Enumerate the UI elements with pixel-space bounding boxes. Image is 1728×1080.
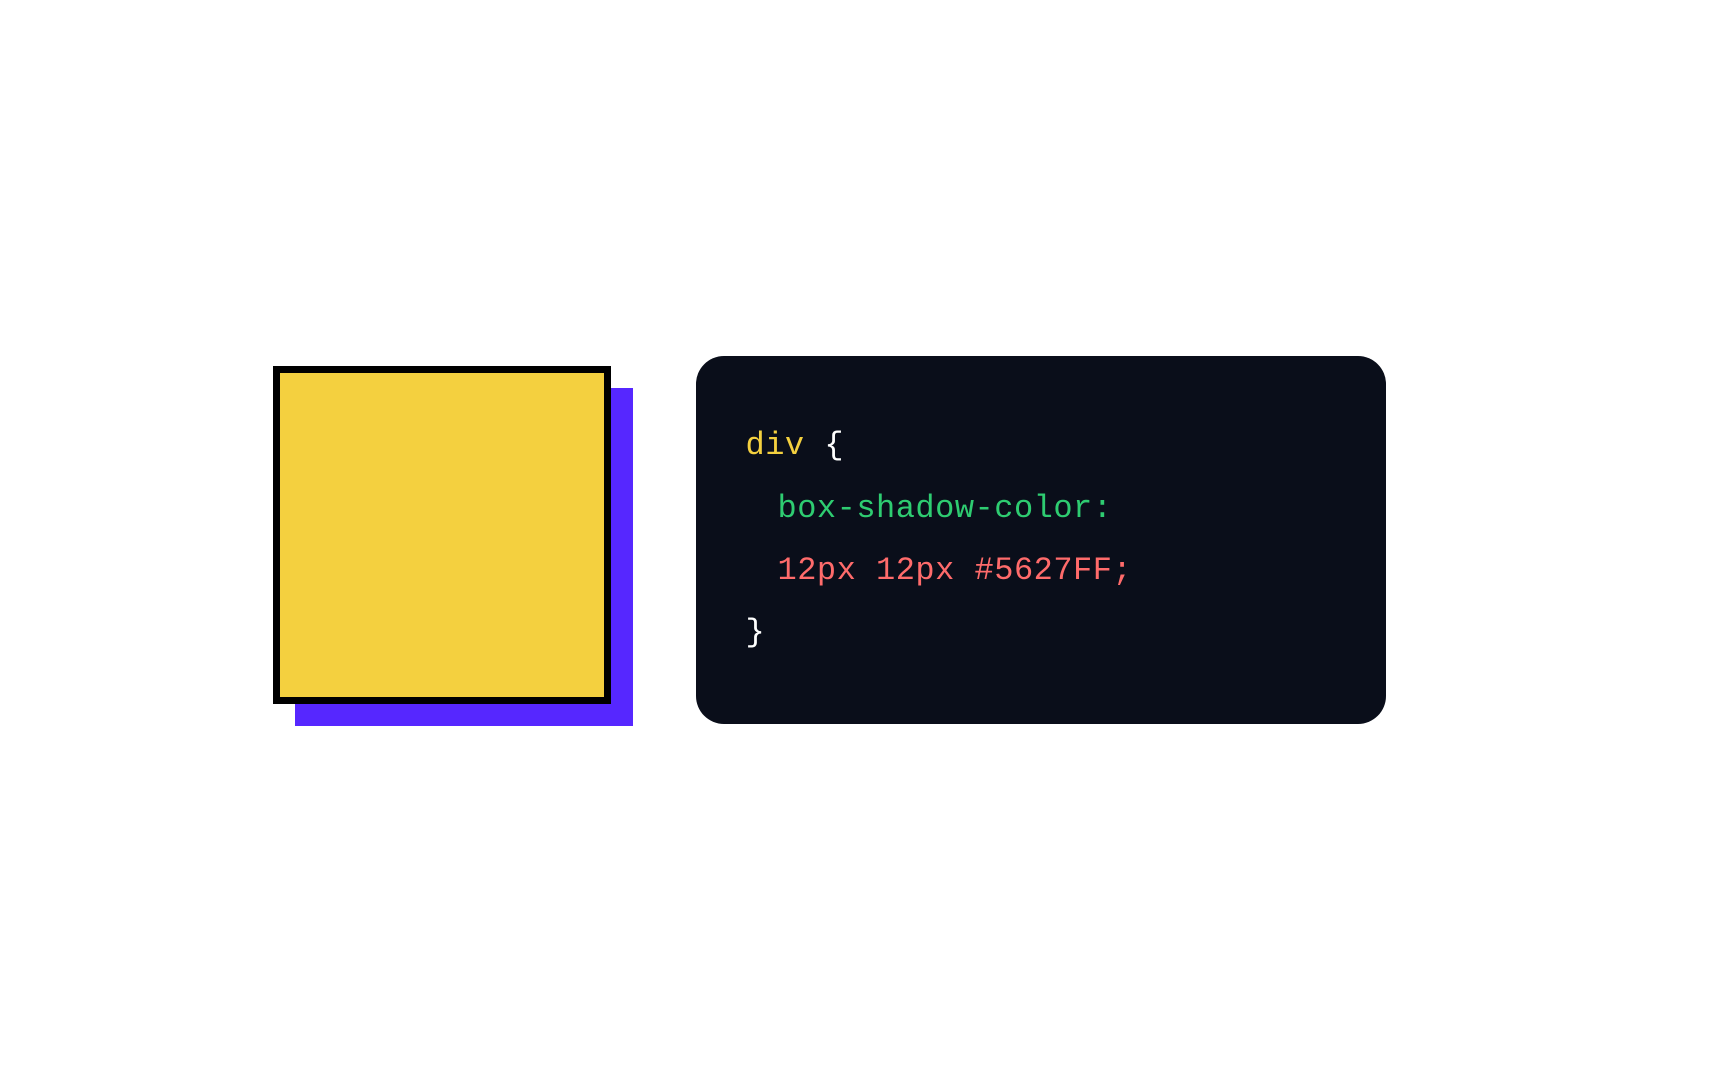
example-container: div { box-shadow-color: 12px 12px #5627F…	[273, 356, 1386, 724]
code-line-3: 12px 12px #5627FF;	[746, 540, 1336, 602]
demo-box	[273, 366, 611, 704]
code-value: 12px 12px #5627FF;	[778, 552, 1133, 589]
code-line-4: }	[746, 602, 1336, 664]
code-brace-close: }	[746, 614, 766, 651]
code-selector: div	[746, 427, 805, 464]
code-brace-open: {	[805, 427, 844, 464]
code-property: box-shadow-color:	[778, 490, 1113, 527]
code-line-2: box-shadow-color:	[746, 478, 1336, 540]
code-panel: div { box-shadow-color: 12px 12px #5627F…	[696, 356, 1386, 724]
code-line-1: div {	[746, 415, 1336, 477]
